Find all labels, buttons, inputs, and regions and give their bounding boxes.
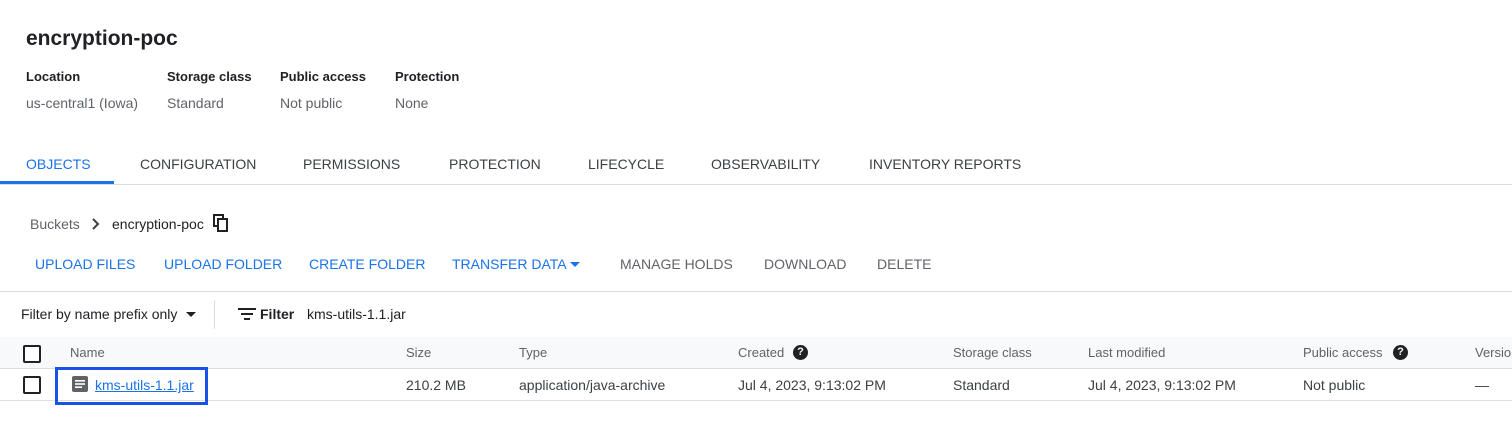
breadcrumb-buckets[interactable]: Buckets (30, 216, 80, 232)
dropdown-arrow-icon[interactable] (186, 312, 196, 317)
chevron-right-icon (92, 218, 100, 230)
tab-lifecycle[interactable]: LIFECYCLE (588, 140, 664, 184)
tab-configuration[interactable]: CONFIGURATION (140, 140, 256, 184)
meta-label-storage-class: Storage class (167, 69, 252, 84)
column-header-version[interactable]: Versio (1475, 345, 1511, 360)
upload-files-button[interactable]: UPLOAD FILES (35, 256, 135, 272)
divider (214, 300, 215, 329)
meta-label-public-access: Public access (280, 69, 366, 84)
meta-value-protection: None (395, 95, 429, 111)
tab-observability[interactable]: OBSERVABILITY (711, 140, 820, 184)
column-header-type[interactable]: Type (519, 345, 547, 360)
highlight-box (55, 367, 208, 405)
active-tab-indicator (0, 181, 114, 184)
breadcrumb-current: encryption-poc (112, 216, 204, 232)
column-header-public-access[interactable]: Public access (1303, 345, 1382, 360)
copy-icon[interactable] (213, 214, 229, 232)
page-title: encryption-poc (26, 27, 178, 50)
filter-label: Filter (260, 306, 295, 322)
meta-value-location: us-central1 (Iowa) (26, 95, 139, 111)
meta-value-storage-class: Standard (167, 95, 224, 111)
meta-label-location: Location (26, 69, 81, 84)
select-all-checkbox[interactable] (23, 345, 41, 363)
chevron-down-icon[interactable] (570, 262, 580, 267)
cell-storage-class: Standard (953, 377, 1010, 393)
delete-button[interactable]: DELETE (877, 256, 931, 272)
create-folder-button[interactable]: CREATE FOLDER (309, 256, 425, 272)
column-header-storage-class[interactable]: Storage class (953, 345, 1032, 360)
filter-input[interactable]: kms-utils-1.1.jar (307, 306, 406, 322)
tab-bar: OBJECTS CONFIGURATION PERMISSIONS PROTEC… (0, 140, 1512, 185)
help-icon[interactable]: ? (793, 345, 808, 360)
tab-protection[interactable]: PROTECTION (449, 140, 541, 184)
transfer-data-button[interactable]: TRANSFER DATA (452, 256, 567, 272)
tab-inventory-reports[interactable]: INVENTORY REPORTS (869, 140, 1021, 184)
filter-icon (238, 308, 256, 320)
filter-bar (0, 291, 1512, 338)
cell-size: 210.2 MB (406, 377, 466, 393)
cell-created: Jul 4, 2023, 9:13:02 PM (738, 377, 886, 393)
tab-objects[interactable]: OBJECTS (26, 140, 91, 184)
column-header-size[interactable]: Size (406, 345, 431, 360)
cell-last-modified: Jul 4, 2023, 9:13:02 PM (1088, 377, 1236, 393)
meta-label-protection: Protection (395, 69, 460, 84)
tab-permissions[interactable]: PERMISSIONS (303, 140, 400, 184)
row-checkbox[interactable] (23, 376, 41, 394)
cell-version: — (1475, 377, 1489, 393)
cell-public-access: Not public (1303, 377, 1366, 393)
upload-folder-button[interactable]: UPLOAD FOLDER (164, 256, 282, 272)
cell-type: application/java-archive (519, 377, 666, 393)
download-button[interactable]: DOWNLOAD (764, 256, 846, 272)
help-icon[interactable]: ? (1393, 345, 1408, 360)
filter-mode-select[interactable]: Filter by name prefix only (21, 306, 177, 322)
manage-holds-button[interactable]: MANAGE HOLDS (620, 256, 733, 272)
column-header-name[interactable]: Name (70, 345, 105, 360)
meta-value-public-access: Not public (280, 95, 343, 111)
column-header-last-modified[interactable]: Last modified (1088, 345, 1165, 360)
column-header-created[interactable]: Created (738, 345, 784, 360)
